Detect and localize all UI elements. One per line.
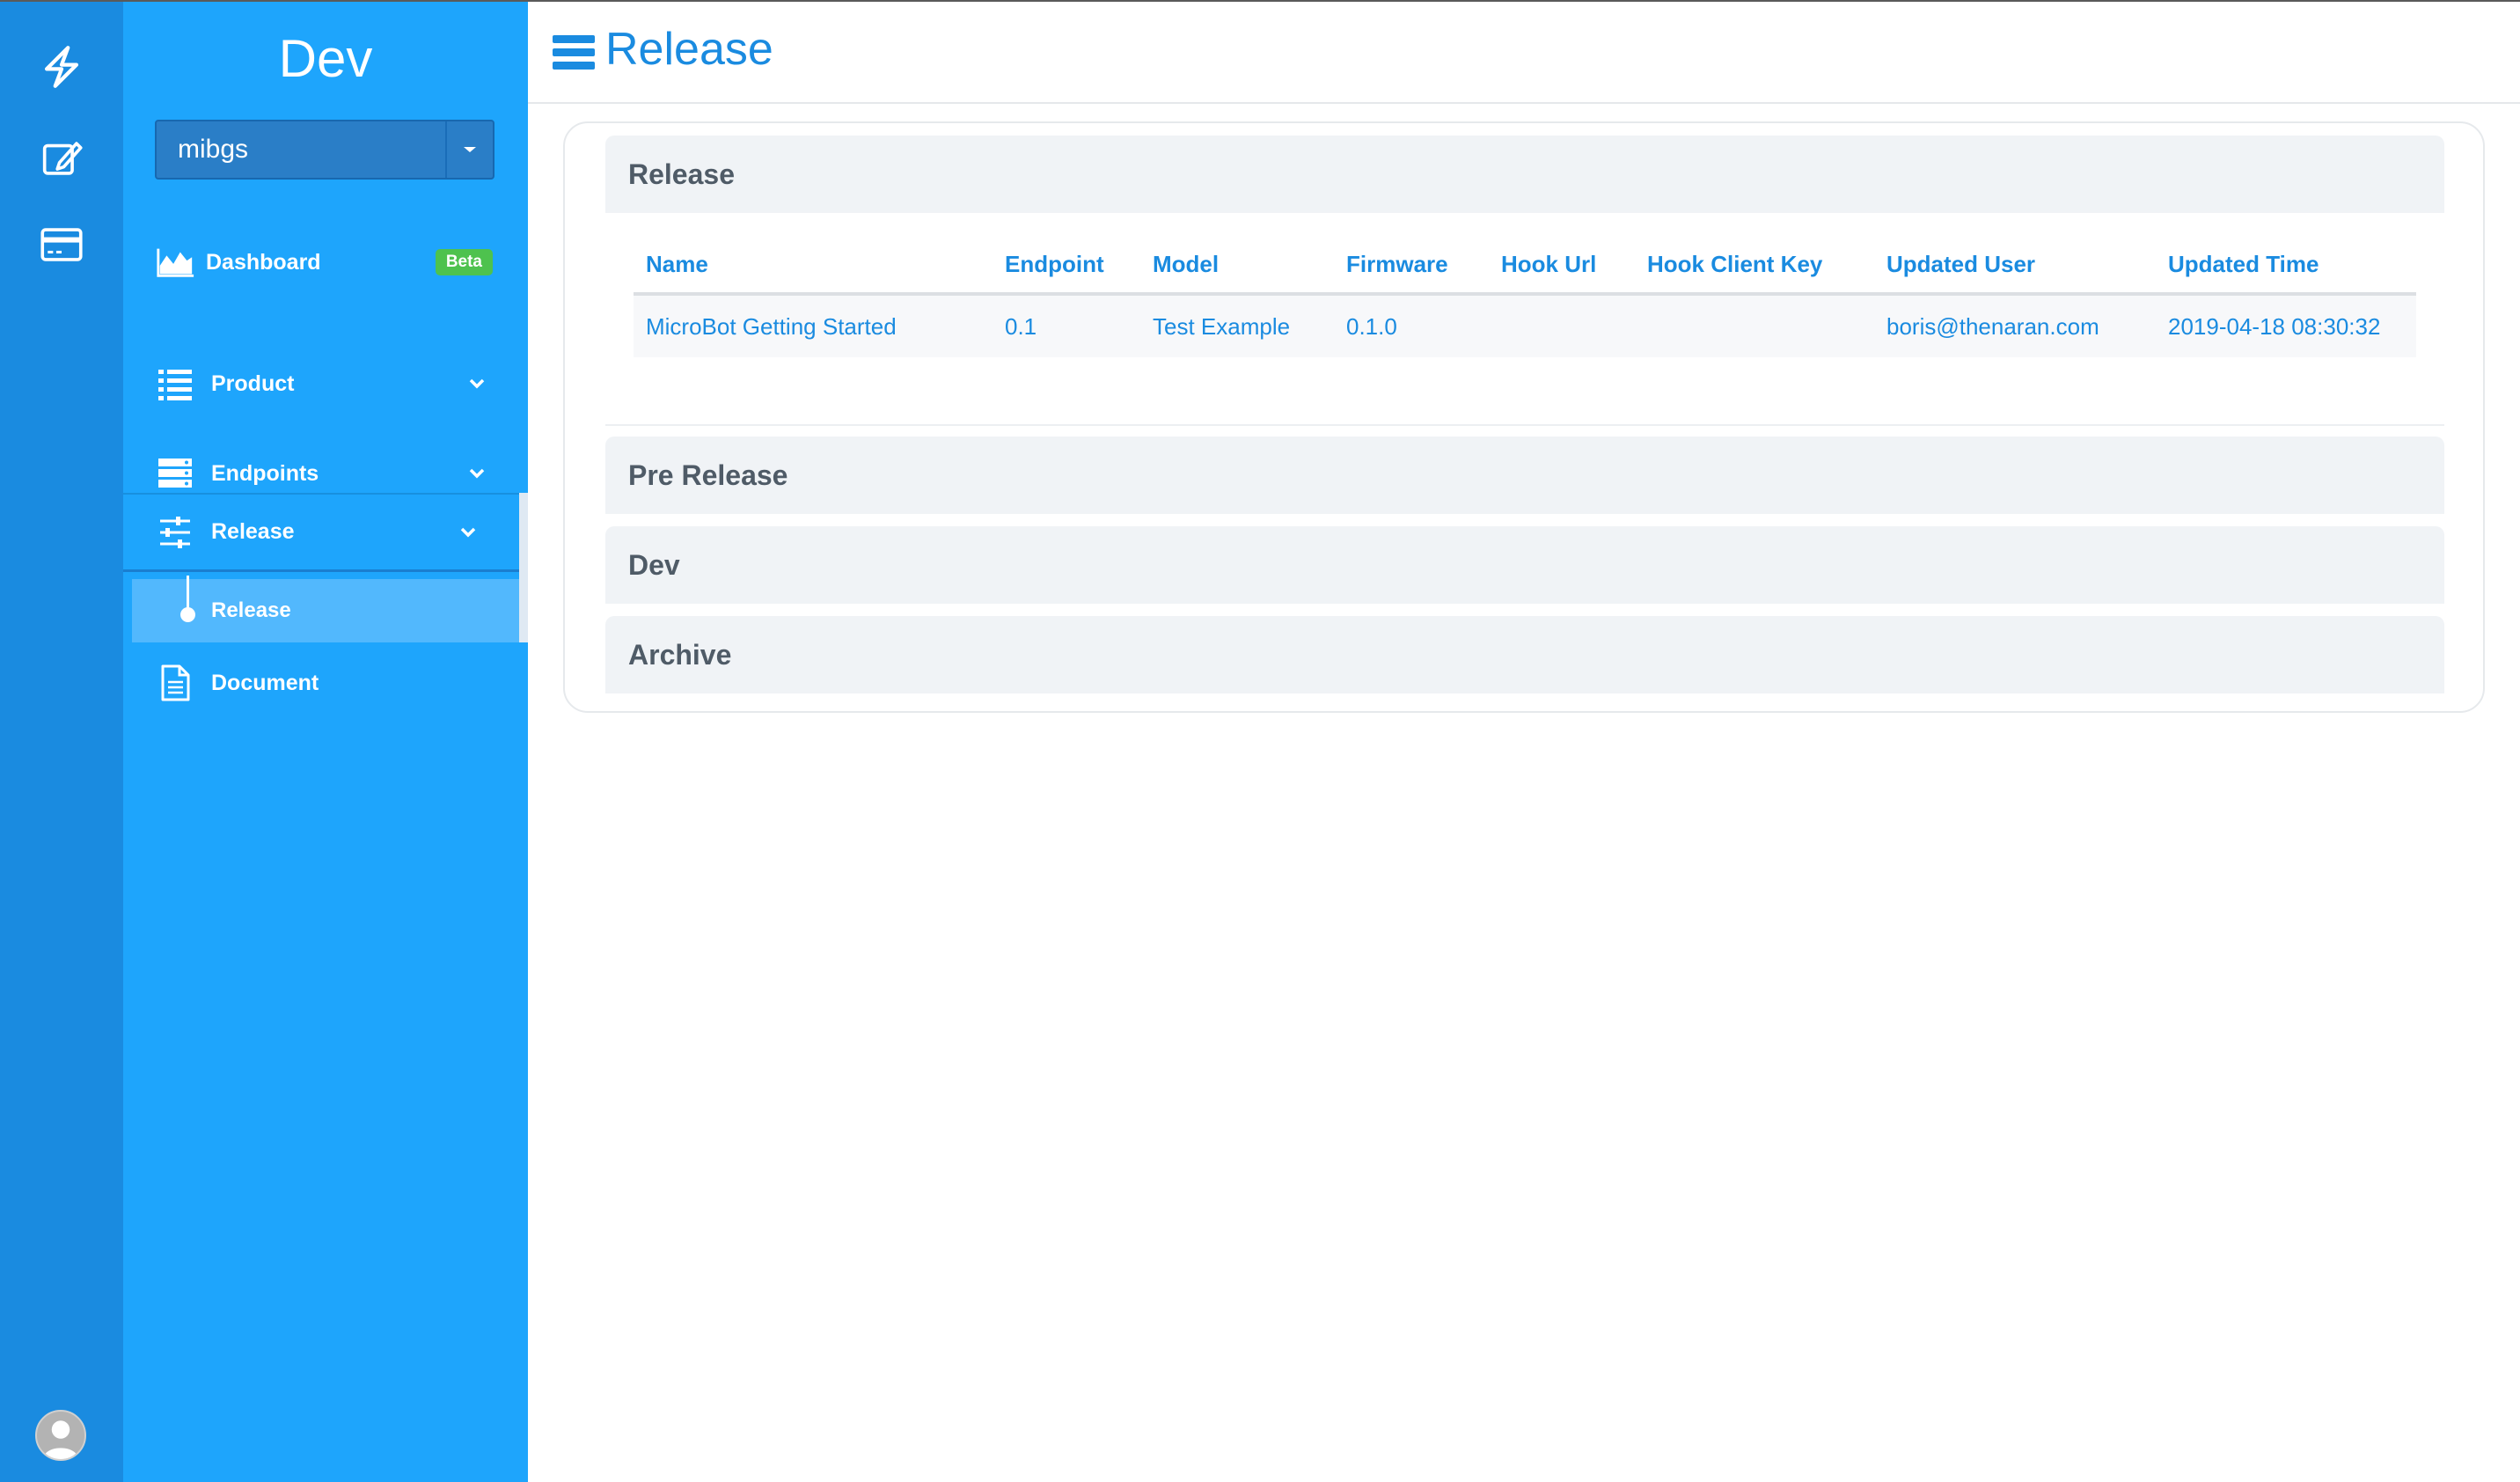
avatar[interactable]	[35, 1410, 86, 1461]
icon-rail	[0, 0, 123, 1482]
sidebar-item-label: Release	[211, 519, 295, 544]
column-header[interactable]: Updated User	[1874, 236, 2156, 296]
sidebar-item-dashboard[interactable]: Dashboard Beta	[123, 225, 528, 299]
column-header[interactable]: Firmware	[1334, 236, 1489, 296]
section-title: Dev	[628, 548, 680, 581]
table-cell	[1635, 294, 1874, 357]
section-header-archive[interactable]: Archive	[605, 616, 2444, 693]
column-header[interactable]: Model	[1140, 236, 1334, 296]
project-select-value: mibgs	[178, 135, 249, 164]
bolt-icon[interactable]	[33, 39, 90, 95]
sidebar-item-product[interactable]: Product	[123, 347, 528, 421]
project-select[interactable]: mibgs	[155, 120, 494, 180]
column-header[interactable]: Updated Time	[2156, 236, 2416, 296]
section-header-release[interactable]: Release	[605, 136, 2444, 213]
sidebar-subitem-label: Release	[211, 598, 291, 622]
environment-title: Dev	[278, 29, 373, 88]
chevron-down-icon[interactable]	[466, 463, 487, 484]
sidebar-item-label: Document	[211, 670, 319, 695]
section-header-dev[interactable]: Dev	[605, 526, 2444, 604]
column-header[interactable]: Name	[634, 236, 993, 296]
sidebar-item-release[interactable]: Release	[123, 493, 528, 572]
tree-dot	[180, 607, 195, 622]
chevron-down-icon[interactable]	[466, 373, 487, 394]
sidebar-subitem-release[interactable]: Release	[132, 576, 519, 642]
sidebar-item-label: Dashboard	[206, 249, 321, 275]
table-cell: boris@thenaran.com	[1874, 294, 2156, 357]
server-icon	[158, 459, 192, 488]
caret-down-icon[interactable]	[445, 121, 493, 178]
chevron-down-icon[interactable]	[458, 522, 479, 543]
column-header[interactable]: Hook Client Key	[1635, 236, 1874, 296]
table-cell: 0.1	[993, 294, 1140, 357]
column-header[interactable]: Hook Url	[1489, 236, 1635, 296]
beta-badge: Beta	[435, 249, 493, 275]
divider	[605, 424, 2444, 426]
release-table: Name Endpoint Model Firmware Hook Url Ho…	[634, 236, 2416, 357]
page-title: Release	[605, 24, 773, 75]
release-panel: Release Name Endpoint Model Firmware Hoo…	[563, 121, 2485, 713]
hamburger-menu-icon[interactable]	[553, 33, 595, 72]
section-header-pre-release[interactable]: Pre Release	[605, 437, 2444, 514]
section-title: Archive	[628, 638, 732, 671]
column-header[interactable]: Endpoint	[993, 236, 1140, 296]
sidebar-item-document[interactable]: Document	[123, 646, 528, 720]
edit-icon[interactable]	[33, 130, 90, 187]
sidebar-item-label: Endpoints	[211, 460, 319, 486]
sliders-icon	[160, 516, 190, 548]
section-title: Pre Release	[628, 459, 788, 491]
document-icon	[161, 664, 190, 701]
table-cell: Test Example	[1140, 294, 1334, 357]
table-cell: 2019-04-18 08:30:32	[2156, 294, 2416, 357]
table-cell	[1489, 294, 1635, 357]
table-row[interactable]: MicroBot Getting Started 0.1 Test Exampl…	[634, 294, 2416, 357]
card-icon[interactable]	[33, 216, 90, 273]
sidebar: Dev mibgs Dashboard Beta Product Endpoin…	[123, 0, 528, 1482]
area-chart-icon	[157, 248, 194, 277]
list-icon	[158, 370, 192, 400]
section-title: Release	[628, 158, 735, 190]
top-bar: Release	[528, 0, 2520, 104]
table-cell: 0.1.0	[1334, 294, 1489, 357]
tree-line	[187, 576, 189, 611]
active-indicator	[519, 493, 528, 642]
table-header-row: Name Endpoint Model Firmware Hook Url Ho…	[634, 236, 2416, 296]
sidebar-item-label: Product	[211, 370, 295, 396]
table-cell[interactable]: MicroBot Getting Started	[634, 294, 993, 357]
